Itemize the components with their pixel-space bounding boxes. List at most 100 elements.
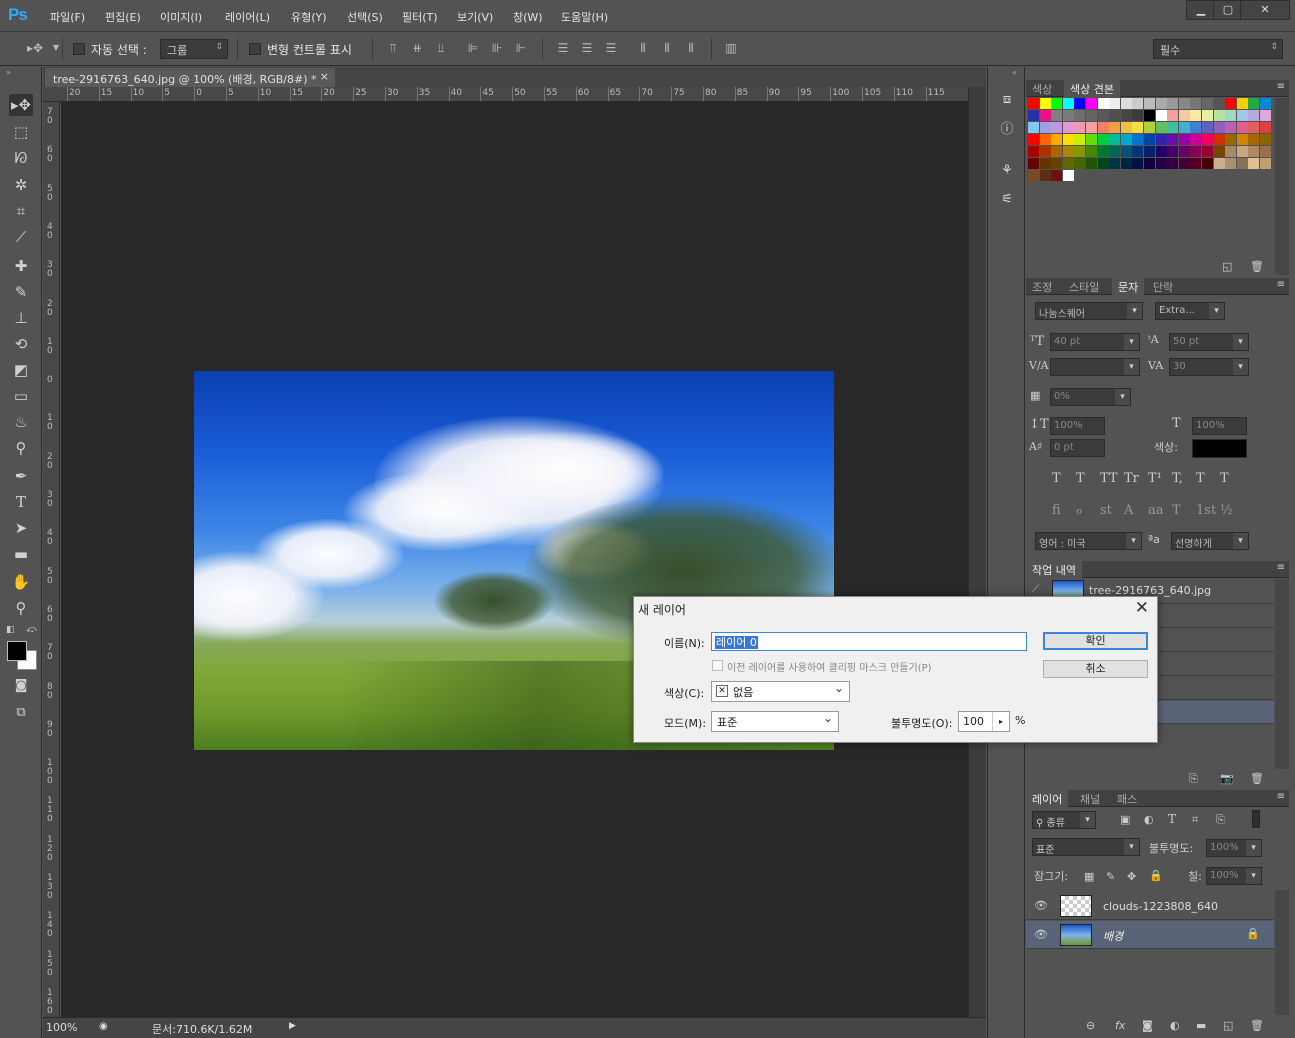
horizontal-scale-field[interactable]: 100% (1192, 417, 1247, 435)
color-swatch[interactable] (1260, 122, 1271, 133)
healing-brush-tool-icon[interactable]: ✚ (9, 255, 33, 277)
color-swatch[interactable] (1190, 98, 1202, 109)
new-document-from-state-icon[interactable]: ⎘ (1189, 772, 1198, 786)
menu-view[interactable]: 보기(V) (457, 9, 493, 25)
show-transform-controls-checkbox[interactable] (249, 43, 261, 55)
color-swatch[interactable] (1155, 122, 1167, 133)
history-brush-tool-icon[interactable]: ⟲ (9, 333, 33, 355)
color-swatch[interactable] (1051, 158, 1063, 169)
color-swatch[interactable] (1202, 158, 1213, 169)
color-swatch[interactable] (1028, 158, 1039, 169)
color-swatch[interactable] (1109, 122, 1121, 133)
color-swatch[interactable] (1202, 146, 1213, 157)
color-swatch[interactable] (1109, 158, 1121, 169)
color-swatch[interactable] (1086, 110, 1097, 121)
color-swatch[interactable] (1260, 146, 1271, 157)
color-swatch[interactable] (1132, 122, 1144, 133)
filter-type-icon[interactable]: T (1168, 812, 1176, 826)
color-swatch[interactable] (1097, 134, 1109, 145)
eyedropper-tool-icon[interactable]: ⟋ (9, 226, 33, 248)
blur-tool-icon[interactable]: ♨ (9, 411, 33, 433)
color-swatch[interactable] (1028, 170, 1039, 181)
color-swatch[interactable] (1120, 146, 1132, 157)
color-swatch[interactable] (1132, 146, 1144, 157)
info-panel-icon[interactable]: ⓘ (998, 121, 1016, 139)
color-swatch[interactable] (1167, 158, 1179, 169)
color-swatch[interactable] (1248, 158, 1260, 169)
color-swatch[interactable] (1144, 134, 1155, 145)
lock-all-icon[interactable]: 🔒 (1149, 869, 1163, 882)
maximize-icon[interactable]: ▢ (1213, 0, 1243, 20)
color-swatch[interactable] (1202, 134, 1213, 145)
tab-adjustments[interactable]: 조정 (1026, 278, 1058, 295)
color-swatch[interactable] (1213, 158, 1225, 169)
color-swatch[interactable] (1062, 98, 1074, 109)
color-swatch[interactable] (1074, 110, 1086, 121)
new-group-icon[interactable]: ▬ (1196, 1019, 1206, 1032)
color-swatch[interactable] (1167, 122, 1179, 133)
color-swatch[interactable] (1144, 110, 1155, 121)
tab-history[interactable]: 작업 내역 (1026, 561, 1082, 578)
color-swatch[interactable] (1178, 158, 1190, 169)
fx-icon[interactable]: fx (1115, 1019, 1125, 1032)
color-swatch[interactable] (1190, 110, 1202, 121)
zoom-tool-icon[interactable]: ⚲ (9, 597, 33, 619)
color-swatch[interactable] (1086, 122, 1097, 133)
hand-tool-icon[interactable]: ✋ (9, 571, 33, 593)
horizontal-ruler[interactable]: 20 15 10 5 0 5 10 15 20 25 30 35 40 45 50 55 60 65 70 75 80 8… (43, 87, 968, 102)
color-swatch[interactable] (1236, 110, 1248, 121)
color-swatch[interactable] (1178, 146, 1190, 157)
tab-paths[interactable]: 패스 (1111, 790, 1143, 807)
vertical-ruler[interactable]: 70 60 50 40 30 20 10 0 10 20 30 40 50 60 70 80 90 100 110 1… (43, 102, 60, 1017)
lock-transparent-icon[interactable]: ▦ (1084, 870, 1094, 883)
fill-field[interactable]: 100% (1206, 867, 1262, 885)
color-swatch[interactable] (1051, 110, 1063, 121)
clipping-mask-checkbox[interactable] (712, 660, 723, 671)
color-swatch[interactable] (1155, 98, 1167, 109)
color-swatch[interactable] (1167, 146, 1179, 157)
swap-colors-icon[interactable]: ⤽ (26, 624, 37, 635)
filter-shape-icon[interactable]: ⌗ (1192, 813, 1198, 827)
tab-character[interactable]: 문자 (1112, 278, 1145, 295)
type-style-button[interactable]: TT (1100, 471, 1118, 486)
color-swatch[interactable] (1248, 146, 1260, 157)
color-swatch[interactable] (1248, 134, 1260, 145)
color-swatch[interactable] (1190, 122, 1202, 133)
marquee-tool-icon[interactable]: ⬚ (9, 121, 33, 143)
color-swatch[interactable] (1144, 98, 1155, 109)
color-swatch[interactable] (1120, 122, 1132, 133)
color-swatch[interactable] (1260, 110, 1271, 121)
eye-icon[interactable]: 👁 (1034, 928, 1048, 941)
gradient-tool-icon[interactable]: ▭ (9, 385, 33, 407)
language-dropdown[interactable]: 영어 : 미국 (1035, 532, 1142, 550)
layer-name[interactable]: clouds-1223808_640 (1103, 900, 1218, 913)
color-swatch[interactable] (1120, 110, 1132, 121)
color-swatch[interactable] (1155, 146, 1167, 157)
color-swatch[interactable] (1155, 158, 1167, 169)
color-swatch[interactable] (1248, 122, 1260, 133)
color-swatch[interactable] (1213, 134, 1225, 145)
color-swatch[interactable] (1190, 146, 1202, 157)
distribute-vcenter-icon[interactable]: ☰ (579, 40, 595, 56)
type-style-button[interactable]: T (1076, 471, 1085, 486)
color-swatch[interactable] (1167, 98, 1179, 109)
color-swatch[interactable] (1062, 134, 1074, 145)
color-swatch[interactable] (1039, 170, 1051, 181)
lock-image-icon[interactable]: ✎ (1106, 870, 1115, 883)
opentype-button[interactable]: T (1172, 503, 1181, 518)
color-swatch[interactable] (1190, 158, 1202, 169)
tool-presets-icon[interactable]: ⚟ (998, 191, 1016, 209)
distribute-bottom-icon[interactable]: ☰ (603, 40, 619, 56)
ok-button[interactable]: 확인 (1043, 632, 1148, 650)
align-top-icon[interactable]: ⫪ (385, 40, 401, 56)
color-swatch[interactable] (1202, 122, 1213, 133)
opacity-slider-arrow-icon[interactable]: ▸ (992, 712, 1009, 731)
color-swatch[interactable] (1109, 146, 1121, 157)
color-swatch[interactable] (1213, 98, 1225, 109)
color-swatch[interactable] (1260, 158, 1271, 169)
blend-mode-dropdown[interactable]: 표준 (1032, 838, 1140, 856)
align-vcenter-icon[interactable]: ⧺ (409, 40, 425, 56)
tab-layers[interactable]: 레이어 (1026, 790, 1069, 807)
color-swatch[interactable] (1132, 158, 1144, 169)
tab-paragraph[interactable]: 단락 (1147, 278, 1179, 295)
